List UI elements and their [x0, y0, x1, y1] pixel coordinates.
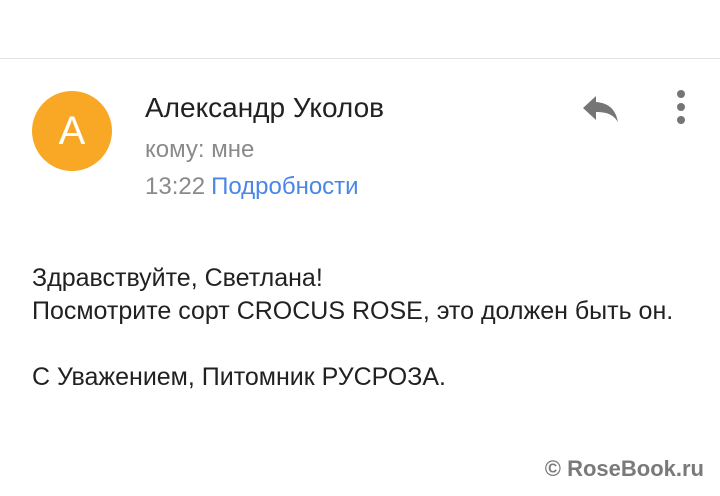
top-bar: [0, 0, 720, 59]
watermark: © RoseBook.ru: [544, 456, 704, 481]
more-vert-icon: [677, 90, 685, 124]
signature-line: С Уважением, Питомник РУСРОЗА.: [32, 363, 446, 391]
message-body: Здравствуйте, Светлана! Посмотрите сорт …: [32, 262, 692, 394]
details-link[interactable]: Подробности: [211, 173, 359, 200]
greeting-line: Здравствуйте, Светлана!: [32, 264, 323, 292]
sender-name: Александр Уколов: [145, 92, 385, 123]
message-meta: 13:22 Подробности: [145, 173, 359, 201]
more-options-button[interactable]: [664, 86, 698, 130]
recipient-label: кому: мне: [145, 136, 255, 163]
message-line: Посмотрите сорт CROCUS ROSE, это должен …: [32, 297, 674, 325]
message-time: 13:22: [145, 173, 206, 200]
reply-icon: [583, 96, 618, 122]
avatar[interactable]: А: [32, 91, 112, 171]
reply-button[interactable]: [578, 88, 622, 128]
